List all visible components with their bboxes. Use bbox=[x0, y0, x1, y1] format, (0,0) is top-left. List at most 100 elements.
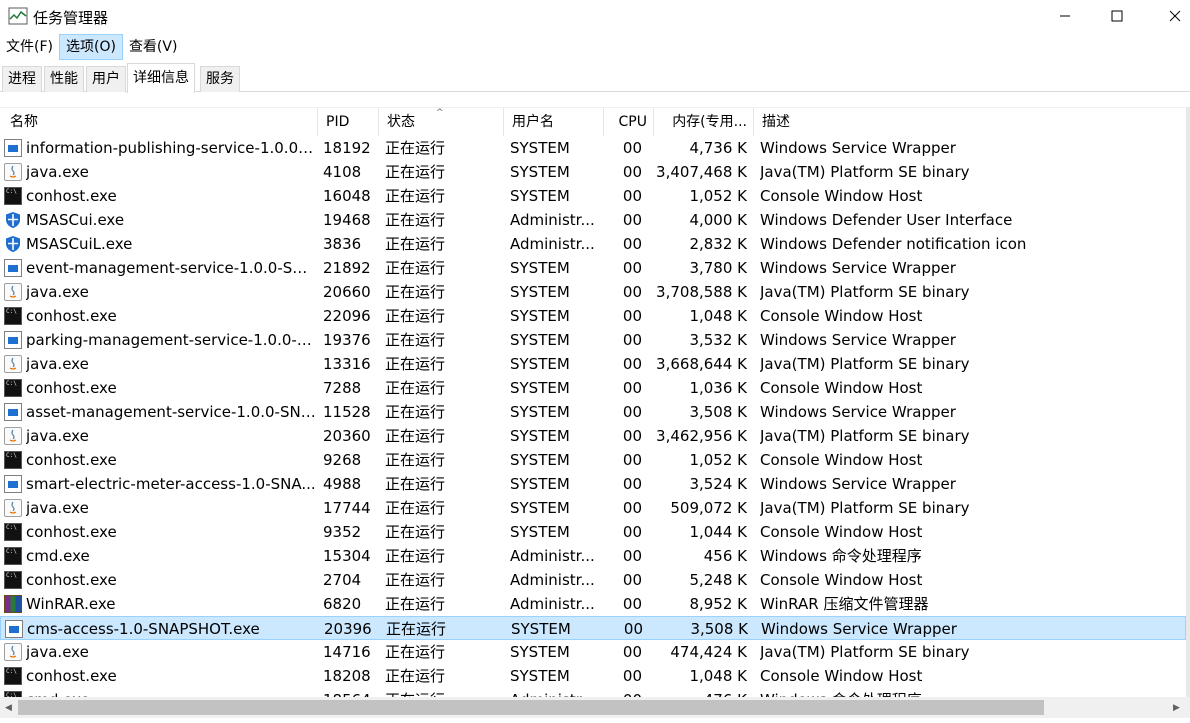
service-wrapper-icon bbox=[4, 139, 22, 157]
process-status: 正在运行 bbox=[385, 163, 446, 181]
tab-bar: 进程 性能 用户 详细信息 服务 bbox=[0, 63, 1190, 93]
scroll-right-arrow-icon[interactable]: ▶ bbox=[1168, 697, 1185, 718]
process-status: 正在运行 bbox=[386, 620, 447, 638]
table-row[interactable]: smart-electric-meter-access-1.0-SNA... 49… bbox=[0, 472, 1186, 496]
console-icon bbox=[4, 379, 22, 397]
table-row[interactable]: java.exe 4108 正在运行 SYSTEM 00 3,407,468 K Java(… bbox=[0, 160, 1186, 184]
window-title: 任务管理器 bbox=[33, 9, 109, 27]
table-row[interactable]: conhost.exe 9352 正在运行 SYSTEM 00 1,044 K Consol… bbox=[0, 520, 1186, 544]
table-row[interactable]: information-publishing-service-1.0.0-...… bbox=[0, 136, 1186, 160]
menu-file[interactable]: 文件(F) bbox=[0, 34, 59, 60]
process-cpu: 00 bbox=[622, 571, 642, 589]
process-pid: 20660 bbox=[323, 283, 371, 301]
table-row[interactable]: conhost.exe 9268 正在运行 SYSTEM 00 1,052 K Consol… bbox=[0, 448, 1186, 472]
process-name: conhost.exe bbox=[26, 307, 117, 325]
column-header-name[interactable]: 名称 bbox=[2, 108, 318, 136]
table-row[interactable]: java.exe 13316 正在运行 SYSTEM 00 3,668,644 K Java… bbox=[0, 352, 1186, 376]
process-memory: 474,424 K bbox=[670, 643, 747, 661]
column-header-username[interactable]: 用户名 bbox=[504, 108, 604, 136]
process-pid: 9268 bbox=[323, 451, 362, 469]
tab-services[interactable]: 服务 bbox=[200, 66, 240, 92]
process-description: WinRAR 压缩文件管理器 bbox=[760, 595, 929, 613]
column-header-pid[interactable]: PID bbox=[318, 108, 379, 136]
process-details-table: 名称 PID 状态 ^ 用户名 CPU 内存(专用... 描述 informat… bbox=[0, 107, 1190, 697]
process-cpu: 00 bbox=[622, 643, 642, 661]
close-button[interactable] bbox=[1146, 0, 1190, 32]
process-name: event-management-service-1.0.0-SN... bbox=[26, 259, 316, 277]
column-header-description[interactable]: 描述 bbox=[754, 108, 1186, 136]
menu-options[interactable]: 选项(O) bbox=[58, 34, 123, 60]
process-memory: 3,508 K bbox=[689, 403, 747, 421]
table-row[interactable]: conhost.exe 2704 正在运行 Administr... 00 5,248 K… bbox=[0, 568, 1186, 592]
process-status: 正在运行 bbox=[385, 379, 446, 397]
horizontal-scroll-thumb[interactable] bbox=[18, 700, 1044, 715]
process-cpu: 00 bbox=[622, 259, 642, 277]
process-description: Windows Defender notification icon bbox=[760, 235, 1027, 253]
table-row[interactable]: java.exe 17744 正在运行 SYSTEM 00 509,072 K Java(T… bbox=[0, 496, 1186, 520]
process-status: 正在运行 bbox=[385, 403, 446, 421]
table-row[interactable]: conhost.exe 16048 正在运行 SYSTEM 00 1,052 K Conso… bbox=[0, 184, 1186, 208]
process-memory: 4,000 K bbox=[689, 211, 747, 229]
process-memory: 5,248 K bbox=[689, 571, 747, 589]
minimize-button[interactable] bbox=[1036, 0, 1094, 32]
process-pid: 19468 bbox=[323, 211, 371, 229]
process-status: 正在运行 bbox=[385, 235, 446, 253]
process-name: conhost.exe bbox=[26, 571, 117, 589]
table-row[interactable]: cmd.exe 15304 正在运行 Administr... 00 456 K Windo… bbox=[0, 544, 1186, 568]
table-row[interactable]: MSASCuiL.exe 3836 正在运行 Administr... 00 2,832 … bbox=[0, 232, 1186, 256]
scroll-left-arrow-icon[interactable]: ◀ bbox=[0, 697, 17, 718]
table-row[interactable]: java.exe 20660 正在运行 SYSTEM 00 3,708,588 K Java… bbox=[0, 280, 1186, 304]
menu-view[interactable]: 查看(V) bbox=[123, 34, 184, 60]
table-row[interactable]: conhost.exe 18208 正在运行 SYSTEM 00 1,048 K Conso… bbox=[0, 664, 1186, 688]
process-pid: 19376 bbox=[323, 331, 371, 349]
maximize-button[interactable] bbox=[1088, 0, 1146, 32]
process-cpu: 00 bbox=[622, 331, 642, 349]
sort-ascending-icon: ^ bbox=[436, 108, 444, 118]
column-header-memory[interactable]: 内存(专用... bbox=[654, 108, 754, 136]
table-row[interactable]: conhost.exe 7288 正在运行 SYSTEM 00 1,036 K Consol… bbox=[0, 376, 1186, 400]
process-username: SYSTEM bbox=[510, 523, 570, 541]
process-status: 正在运行 bbox=[385, 355, 446, 373]
process-memory: 3,524 K bbox=[689, 475, 747, 493]
service-wrapper-icon bbox=[4, 259, 22, 277]
process-description: Windows Service Wrapper bbox=[760, 139, 956, 157]
process-name: java.exe bbox=[26, 283, 89, 301]
tab-users[interactable]: 用户 bbox=[86, 66, 126, 92]
vertical-scrollbar[interactable] bbox=[1186, 107, 1190, 697]
process-name: information-publishing-service-1.0.0-... bbox=[26, 139, 316, 157]
process-memory: 509,072 K bbox=[670, 499, 747, 517]
table-row[interactable]: conhost.exe 22096 正在运行 SYSTEM 00 1,048 K Conso… bbox=[0, 304, 1186, 328]
horizontal-scrollbar[interactable]: ◀ ▶ bbox=[0, 697, 1190, 718]
process-name: conhost.exe bbox=[26, 523, 117, 541]
process-username: Administr... bbox=[510, 547, 595, 565]
table-row[interactable]: MSASCui.exe 19468 正在运行 Administr... 00 4,000 … bbox=[0, 208, 1186, 232]
process-status: 正在运行 bbox=[385, 211, 446, 229]
table-row[interactable]: asset-management-service-1.0.0-SNA... 115… bbox=[0, 400, 1186, 424]
tab-processes[interactable]: 进程 bbox=[2, 66, 42, 92]
column-header-cpu[interactable]: CPU bbox=[604, 108, 654, 136]
process-pid: 18208 bbox=[323, 667, 371, 685]
process-description: Console Window Host bbox=[760, 451, 923, 469]
table-row[interactable]: java.exe 20360 正在运行 SYSTEM 00 3,462,956 K Java… bbox=[0, 424, 1186, 448]
process-memory: 3,708,588 K bbox=[656, 283, 747, 301]
tab-details[interactable]: 详细信息 bbox=[127, 63, 195, 93]
process-pid: 4988 bbox=[323, 475, 362, 493]
table-row[interactable]: cmd.exe 18564 正在运行 Administr...00 476 K Windo… bbox=[0, 688, 1186, 697]
process-username: Administr... bbox=[510, 211, 595, 229]
console-icon bbox=[4, 547, 22, 565]
process-name: MSASCui.exe bbox=[26, 211, 125, 229]
table-row[interactable]: WinRAR.exe 6820 正在运行 Administr... 00 8,952 K W… bbox=[0, 592, 1186, 616]
process-pid: 18564 bbox=[323, 688, 379, 697]
table-row[interactable]: event-management-service-1.0.0-SN... 2189… bbox=[0, 256, 1186, 280]
process-pid: 4108 bbox=[323, 163, 362, 181]
tab-performance[interactable]: 性能 bbox=[44, 66, 84, 92]
process-cpu: 00 bbox=[604, 688, 642, 697]
table-row[interactable]: cms-access-1.0-SNAPSHOT.exe 20396 正在运行 SYST… bbox=[0, 616, 1186, 640]
process-memory: 1,048 K bbox=[689, 667, 747, 685]
table-row[interactable]: parking-management-service-1.0.0-S... 193… bbox=[0, 328, 1186, 352]
process-cpu: 00 bbox=[622, 235, 642, 253]
table-row[interactable]: java.exe 14716 正在运行 SYSTEM 00 474,424 K Java(T… bbox=[0, 640, 1186, 664]
process-memory: 3,532 K bbox=[689, 331, 747, 349]
process-name: cmd.exe bbox=[26, 688, 316, 697]
process-status: 正在运行 bbox=[385, 667, 446, 685]
